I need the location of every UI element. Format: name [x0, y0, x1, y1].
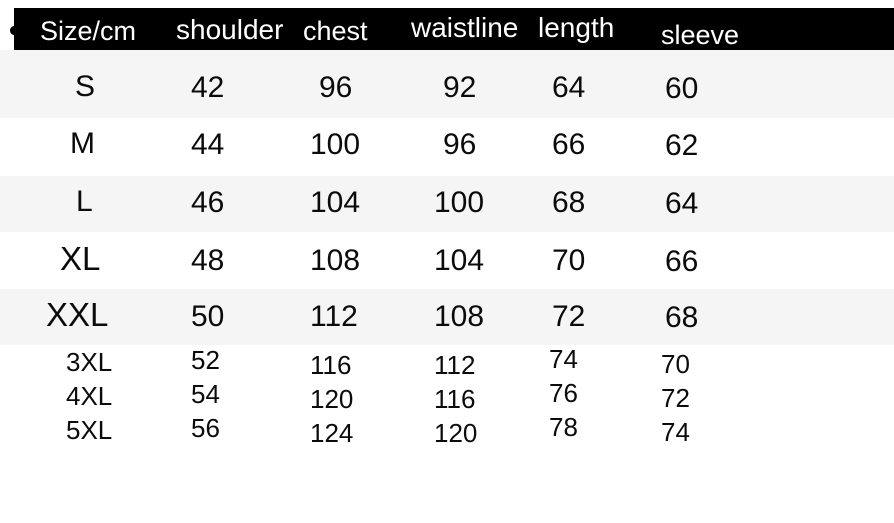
- cell-chest-4xl: 120: [310, 384, 354, 414]
- cell-shoulder-3xl: 52: [191, 345, 220, 375]
- cell-waistline-l: 100: [434, 186, 485, 219]
- cell-chest-l: 104: [310, 186, 361, 219]
- cell-shoulder-4xl: 54: [191, 379, 220, 409]
- column-header-sleeve: sleeve: [661, 20, 740, 50]
- cell-size-5xl: 5XL: [66, 415, 113, 445]
- column-header-size: Size/cm: [40, 16, 137, 46]
- cell-waistline-4xl: 116: [434, 384, 476, 414]
- cell-sleeve-xxl: 68: [665, 301, 699, 334]
- cell-sleeve-l: 64: [665, 187, 699, 220]
- column-header-waistline: waistline: [411, 12, 519, 43]
- cell-chest-3xl: 116: [310, 350, 352, 380]
- cell-shoulder-xl: 48: [191, 244, 225, 277]
- cell-length-3xl: 74: [549, 344, 578, 374]
- cell-shoulder-m: 44: [191, 128, 225, 161]
- cell-waistline-xxl: 108: [434, 300, 485, 333]
- cell-shoulder-5xl: 56: [191, 413, 220, 443]
- cell-waistline-s: 92: [443, 71, 477, 104]
- cell-chest-5xl: 124: [310, 418, 354, 448]
- cell-length-xl: 70: [552, 244, 586, 277]
- cell-chest-xl: 108: [310, 244, 361, 277]
- cell-sleeve-4xl: 72: [661, 383, 690, 413]
- cell-chest-m: 100: [310, 128, 361, 161]
- cell-shoulder-s: 42: [191, 71, 225, 104]
- cell-sleeve-5xl: 74: [661, 417, 690, 447]
- cell-sleeve-m: 62: [665, 129, 699, 162]
- cell-size-xl: XL: [60, 240, 101, 277]
- cell-waistline-3xl: 112: [434, 350, 476, 380]
- cell-size-l: L: [76, 185, 93, 218]
- column-header-shoulder: shoulder: [176, 14, 284, 45]
- cell-length-m: 66: [552, 128, 586, 161]
- cell-length-xxl: 72: [552, 300, 586, 333]
- cell-length-s: 64: [552, 71, 586, 104]
- header-left-notch: [10, 26, 18, 35]
- cell-size-xxl: XXL: [46, 296, 109, 333]
- cell-shoulder-xxl: 50: [191, 300, 225, 333]
- cell-size-4xl: 4XL: [66, 381, 113, 411]
- cell-chest-s: 96: [319, 71, 353, 104]
- cell-sleeve-s: 60: [665, 72, 699, 105]
- cell-length-4xl: 76: [549, 378, 578, 408]
- column-header-length: length: [538, 12, 615, 43]
- cell-size-s: S: [75, 70, 96, 103]
- cell-waistline-xl: 104: [434, 244, 485, 277]
- cell-sleeve-xl: 66: [665, 245, 699, 278]
- cell-size-m: M: [70, 127, 95, 160]
- column-header-chest: chest: [303, 16, 368, 46]
- cell-shoulder-l: 46: [191, 186, 225, 219]
- cell-length-l: 68: [552, 186, 586, 219]
- cell-waistline-m: 96: [443, 128, 477, 161]
- cell-chest-xxl: 112: [310, 300, 358, 333]
- cell-length-5xl: 78: [549, 412, 578, 442]
- cell-sleeve-3xl: 70: [661, 349, 690, 379]
- cell-waistline-5xl: 120: [434, 418, 478, 448]
- cell-size-3xl: 3XL: [66, 347, 113, 377]
